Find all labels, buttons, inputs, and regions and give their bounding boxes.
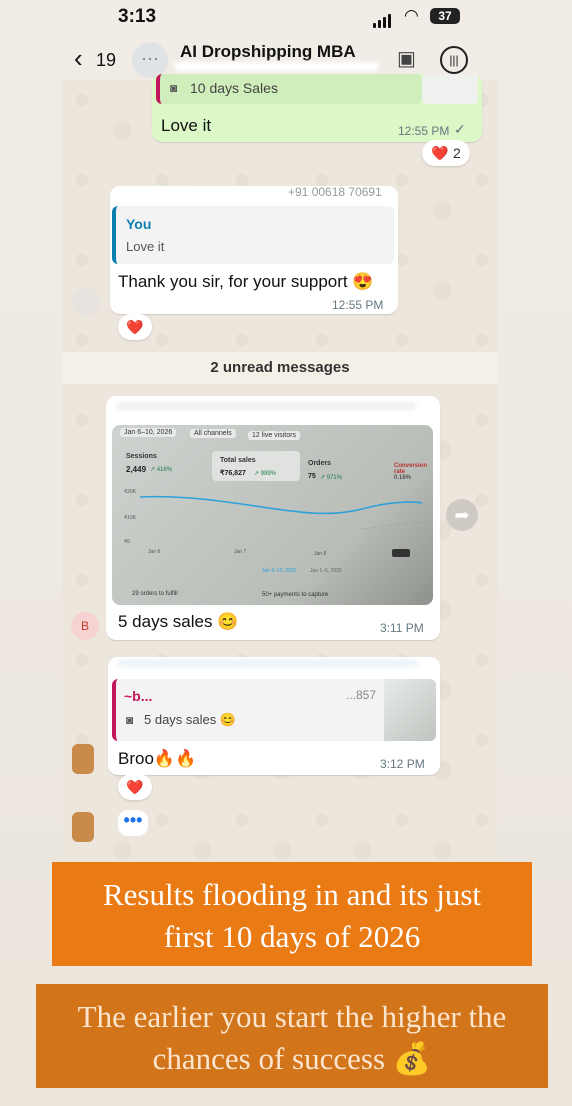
message-time: 12:55 PM [398,124,450,138]
chat-title[interactable]: AI Dropshipping MBA [180,42,356,62]
sales-line-chart [139,495,428,557]
heart-icon: ❤️ [431,145,449,161]
quoted-message[interactable]: ◙ 10 days Sales [156,74,422,104]
quoted-text: Love it [126,239,165,254]
quoted-author: You [126,216,152,232]
quoted-message[interactable]: ~b... ...857 ◙ 5 days sales 😊 [112,679,436,741]
sender-avatar [72,812,94,842]
quoted-text: 5 days sales 😊 [144,712,237,727]
message-bubble-incoming[interactable]: +91 00618 70691 You Love it Thank you si… [110,185,398,314]
quoted-thumbnail [384,679,436,741]
community-icon[interactable]: ▣ [397,46,423,72]
message-time: 12:55 PM [332,298,384,312]
reaction-badge[interactable]: ❤️ 2 [422,140,470,166]
message-time: 3:12 PM [380,757,425,771]
legend-current: Jan 6–10, 2026 [262,568,297,574]
signal-icon [373,10,393,28]
read-check-icon: ✓ [454,121,466,137]
camera-icon: ◙ [170,81,178,95]
camera-icon: ◙ [126,713,134,727]
caption-banner-2: The earlier you start the higher the cha… [36,984,548,1088]
reaction-count: 2 [453,145,461,161]
heart-icon: ❤️ [126,319,144,335]
quoted-caption: 10 days Sales [190,80,278,96]
x-tick-label: Jan 8 [314,551,327,557]
shared-screenshot[interactable]: Jan 6–10, 2026 All channels 12 live visi… [112,425,433,605]
message-text: 5 days sales 😊 [118,612,239,631]
caption-banner-1: Results flooding in and its just first 1… [52,862,532,966]
wifi-icon: ◠ [404,6,419,25]
reaction-badge[interactable]: ❤️ [118,774,152,800]
status-time: 3:13 [118,6,157,27]
reaction-badge[interactable]: ❤️ [118,314,152,340]
sender-avatar [72,288,100,316]
message-bubble-outgoing[interactable]: ◙ 10 days Sales Love it 12:55 PM ✓ [152,74,482,142]
payments-to-capture: 50+ payments to capture [262,592,329,598]
x-tick-label: Jan 6 [148,549,161,555]
sender-avatar: B [71,612,99,640]
caption-text: The earlier you start the higher the cha… [77,999,507,1076]
quoted-sender: ~b... [124,688,153,704]
quoted-thumbnail [422,74,478,104]
sender-name-blur [118,659,418,667]
caption-text: Results flooding in and its just first 1… [102,877,482,954]
voice-chat-icon[interactable]: ||| [440,46,468,74]
orders-to-fulfill: 29 orders to fulfill [132,591,178,597]
message-text: Broo🔥🔥 [118,749,197,768]
story-frame: 3:13 ◠ 37 ‹ 19 ⋯ AI Dropshipping MBA ▣ |… [0,0,572,1106]
message-text: Thank you sir, for your support 😍 [118,272,374,291]
quoted-message[interactable]: You Love it [112,206,394,264]
message-time: 3:11 PM [380,621,424,635]
typing-indicator: ••• [118,810,148,836]
sender-phone: +91 00618 70691 [288,185,382,199]
message-bubble-incoming[interactable]: ~b... ...857 ◙ 5 days sales 😊 Broo🔥🔥 3:1… [108,657,440,775]
unread-divider: 2 unread messages [62,352,498,384]
members-blur [174,62,379,71]
message-text: Love it [161,116,212,135]
sender-name-blur [116,402,416,410]
avatar-letter: B [80,619,89,633]
heart-icon: ❤️ [126,779,144,795]
status-bar: 3:13 ◠ 37 [0,0,572,34]
scroll-handle [392,549,410,557]
sender-name-blur [118,188,198,196]
back-count[interactable]: 19 [96,50,116,71]
sender-avatar [72,744,94,774]
battery-icon: 37 [430,8,460,24]
sales-line [139,495,423,515]
quoted-sender-tail: ...857 [346,688,377,702]
legend-previous: Jan 1–5, 2026 [310,568,342,574]
group-avatar[interactable]: ⋯ [132,42,168,78]
back-arrow-icon[interactable]: ‹ [74,45,83,71]
x-tick-label: Jan 7 [234,549,247,555]
forward-icon[interactable]: ➦ [446,499,478,531]
previous-period-line [361,521,428,530]
